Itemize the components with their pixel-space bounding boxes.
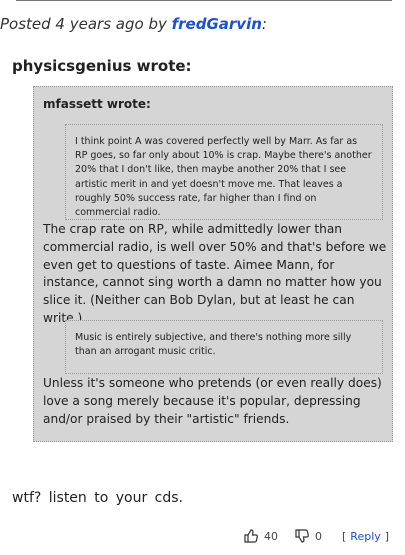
reply-control: [Reply] — [342, 530, 389, 543]
top-divider — [16, 0, 392, 2]
nested-quote: I think point A was covered perfectly we… — [65, 124, 383, 220]
nested-quote-2: Music is entirely subjective, and there'… — [65, 320, 383, 374]
author-link[interactable]: fredGarvin — [172, 15, 262, 33]
inner-quote-author: mfassett wrote: — [43, 97, 151, 111]
post-body: wtf? listen to your cds. — [12, 490, 184, 506]
posted-prefix: Posted 4 years ago by — [0, 15, 172, 33]
thumbs-down-icon[interactable] — [294, 528, 310, 544]
post-byline: Posted 4 years ago by fredGarvin: — [0, 15, 267, 33]
post-actions: 40 0 [Reply] — [243, 526, 389, 546]
quote-block: mfassett wrote: I think point A was cove… — [33, 86, 393, 442]
outer-quote-author: physicsgenius wrote: — [12, 57, 192, 75]
posted-suffix: : — [261, 15, 267, 33]
reply-link[interactable]: Reply — [350, 530, 380, 543]
thumbs-up-icon[interactable] — [243, 528, 259, 544]
reply-bracket-close: ] — [384, 529, 390, 543]
dislike-count: 0 — [315, 529, 322, 543]
quoted-reply-text-2: Unless it's someone who pretends (or eve… — [43, 376, 382, 426]
like-count: 40 — [264, 529, 278, 543]
quoted-reply-text: The crap rate on RP, while admittedly lo… — [43, 222, 387, 325]
reply-bracket-open: [ — [342, 529, 347, 543]
